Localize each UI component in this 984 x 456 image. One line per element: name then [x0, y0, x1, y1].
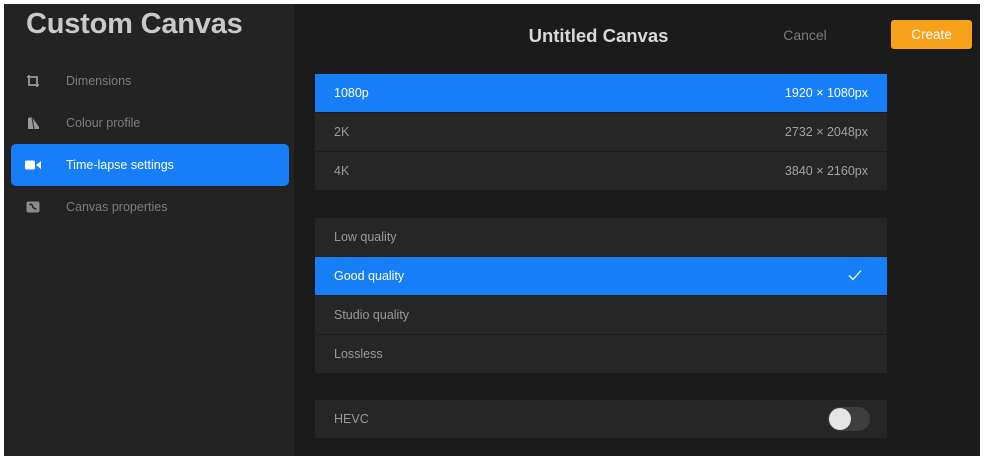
resolution-option-1080p[interactable]: 1080p 1920 × 1080px	[315, 74, 887, 112]
hevc-toggle[interactable]	[828, 407, 870, 431]
custom-canvas-window: Custom Canvas Dimensions Colour profile …	[4, 4, 980, 456]
sidebar: Custom Canvas Dimensions Colour profile …	[4, 4, 294, 456]
checkmark-icon	[848, 269, 868, 284]
resolution-label: 2K	[334, 125, 350, 139]
resolution-size: 3840 × 2160px	[784, 164, 868, 178]
canvas-properties-icon	[25, 199, 41, 215]
colour-profile-icon	[25, 115, 41, 131]
quality-option-good[interactable]: Good quality	[315, 257, 887, 295]
quality-label: Studio quality	[334, 308, 410, 322]
resolution-options: 1080p 1920 × 1080px 2K 2732 × 2048px 4K …	[315, 74, 887, 191]
dimensions-icon	[25, 73, 41, 89]
sidebar-item-label: Colour profile	[66, 116, 141, 130]
quality-options: Low quality Good quality Studio quality …	[315, 218, 887, 374]
quality-option-low[interactable]: Low quality	[315, 218, 887, 256]
sidebar-item-dimensions[interactable]: Dimensions	[11, 60, 289, 102]
hevc-label: HEVC	[334, 412, 369, 426]
hevc-setting: HEVC	[315, 400, 887, 439]
cancel-button[interactable]: Cancel	[769, 27, 841, 43]
video-camera-icon	[25, 157, 41, 173]
resolution-size: 2732 × 2048px	[784, 125, 868, 139]
quality-label: Lossless	[334, 347, 383, 361]
resolution-label: 4K	[334, 164, 350, 178]
sidebar-item-label: Time-lapse settings	[66, 158, 174, 172]
toggle-knob	[829, 408, 851, 430]
resolution-option-4k[interactable]: 4K 3840 × 2160px	[315, 152, 887, 190]
sidebar-item-colour-profile[interactable]: Colour profile	[11, 102, 289, 144]
quality-option-studio[interactable]: Studio quality	[315, 296, 887, 334]
sidebar-item-label: Dimensions	[66, 74, 132, 88]
quality-option-lossless[interactable]: Lossless	[315, 335, 887, 373]
resolution-label: 1080p	[334, 86, 369, 100]
create-button[interactable]: Create	[891, 20, 972, 49]
sidebar-item-canvas-properties[interactable]: Canvas properties	[11, 186, 289, 228]
quality-label: Low quality	[334, 230, 397, 244]
sidebar-item-label: Canvas properties	[66, 200, 168, 214]
sidebar-nav: Dimensions Colour profile Time-lapse set…	[11, 60, 289, 228]
quality-label: Good quality	[334, 269, 405, 283]
resolution-option-2k[interactable]: 2K 2732 × 2048px	[315, 113, 887, 151]
resolution-size: 1920 × 1080px	[784, 86, 868, 100]
sidebar-title: Custom Canvas	[26, 8, 243, 40]
sidebar-item-time-lapse-settings[interactable]: Time-lapse settings	[11, 144, 289, 186]
hevc-row: HEVC	[315, 400, 887, 438]
